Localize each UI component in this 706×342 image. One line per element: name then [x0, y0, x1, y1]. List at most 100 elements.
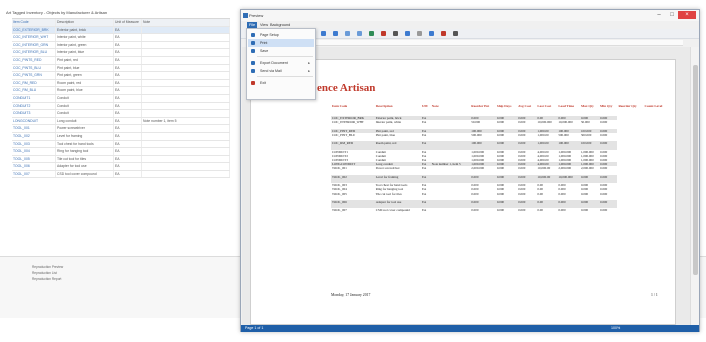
prev-page-icon[interactable]	[333, 31, 338, 36]
grid-cell[interactable]: TOOL_004	[12, 148, 56, 155]
grid-cell[interactable]: Power screwdriver	[56, 125, 114, 132]
grid-column-header[interactable]: Note	[142, 19, 230, 26]
grid-header-row[interactable]: Item Code Description Unit of Measure Note	[12, 19, 230, 27]
grid-row[interactable]: TOOL_003 Tool chest for hand tools EA	[12, 140, 230, 149]
next-page-icon[interactable]	[345, 31, 350, 36]
grid-cell[interactable]	[142, 56, 230, 64]
grid-cell[interactable]: EA	[114, 94, 142, 102]
grid-row[interactable]: LONGCONDUIT Long conduit EA Note number 1, …	[12, 117, 230, 126]
grid-cell[interactable]	[142, 163, 230, 170]
lower-panel-line[interactable]: Reproduction Report	[32, 277, 61, 283]
file-menu-item[interactable]: Print	[248, 39, 314, 47]
grid-cell[interactable]: EA	[114, 125, 142, 132]
grid-row[interactable]: TOOL_001 Power screwdriver EA	[12, 125, 230, 133]
grid-cell[interactable]	[142, 140, 230, 148]
grid-cell[interactable]: EA	[114, 163, 142, 170]
grid-row[interactable]: CONDUIT3 Conduit EA	[12, 110, 230, 118]
grid-cell[interactable]: EA	[114, 140, 142, 148]
file-menu-item[interactable]: Save	[248, 47, 314, 55]
grid-row[interactable]: TOOL_005 Tile cut tool for tiles EA	[12, 155, 230, 164]
grid-row[interactable]: COC_INTERIOR_WHT Interior paint, white EA	[12, 34, 230, 42]
grid-cell[interactable]: Interior paint, blue	[56, 49, 114, 56]
grid-cell[interactable]: TOOL_002	[12, 132, 56, 140]
grid-cell[interactable]: EA	[114, 72, 142, 79]
grid-cell[interactable]: EA	[114, 87, 142, 94]
grid-row[interactable]: COC_PINTS_RED Pint paint, red EA	[12, 56, 230, 65]
grid-cell[interactable]: TOOL_003	[12, 140, 56, 148]
grid-cell[interactable]	[142, 125, 230, 132]
last-page-icon[interactable]	[357, 31, 362, 36]
file-menu-item[interactable]: Exit	[248, 79, 314, 87]
grid-row[interactable]: COC_PINTS_GRN Pint paint, green EA	[12, 72, 230, 80]
page-width-icon[interactable]	[429, 31, 434, 36]
grid-cell[interactable]	[142, 79, 230, 87]
grid-row[interactable]: COC_RM_BLU Room paint, blue EA	[12, 87, 230, 95]
two-page-icon[interactable]	[441, 31, 446, 36]
grid-row[interactable]: CONDUIT1 Conduit EA	[12, 94, 230, 103]
close-preview-icon[interactable]	[453, 31, 458, 36]
print-icon[interactable]	[393, 31, 398, 36]
grid-column-header[interactable]: Unit of Measure	[114, 19, 142, 26]
grid-column-header[interactable]: Item Code	[12, 19, 56, 26]
grid-cell[interactable]: TOOL_005	[12, 155, 56, 163]
zoom-out-icon[interactable]	[381, 31, 386, 36]
grid-row[interactable]: TOOL_006 Adapter for tool use EA	[12, 163, 230, 171]
minimize-button[interactable]: –	[653, 11, 665, 19]
grid-cell[interactable]	[142, 110, 230, 117]
grid-cell[interactable]: COC_INTERIOR_BLU	[12, 49, 56, 56]
grid-cell[interactable]: Interior paint, green	[56, 41, 114, 49]
grid-cell[interactable]: COC_EXTERIOR_BRK	[12, 26, 56, 34]
find-icon[interactable]	[417, 31, 422, 36]
grid-cell[interactable]: Interior paint, white	[56, 34, 114, 41]
grid-row[interactable]: TOOL_002 Level for framing EA	[12, 132, 230, 141]
grid-cell[interactable]	[142, 170, 230, 178]
grid-cell[interactable]: EA	[114, 49, 142, 56]
grid-cell[interactable]: Ring for hanging tool	[56, 148, 114, 155]
grid-cell[interactable]	[142, 72, 230, 79]
grid-cell[interactable]	[142, 49, 230, 56]
grid-cell[interactable]: EA	[114, 64, 142, 72]
grid-cell[interactable]	[142, 148, 230, 155]
grid-cell[interactable]: Long conduit	[56, 117, 114, 125]
file-menu-item[interactable]: Page Setup	[248, 31, 314, 39]
grid-cell[interactable]: Conduit	[56, 94, 114, 102]
grid-cell[interactable]: CONDUIT2	[12, 102, 56, 110]
grid-row[interactable]: TOOL_007 CSD tool cover compound EA	[12, 170, 230, 179]
grid-cell[interactable]: Exterior paint, brick	[56, 26, 114, 34]
grid-cell[interactable]	[142, 102, 230, 110]
grid-cell[interactable]: COC_INTERIOR_GRN	[12, 41, 56, 49]
maximize-button[interactable]: □	[666, 11, 678, 19]
vertical-scrollbar[interactable]	[690, 47, 699, 325]
grid-cell[interactable]: COC_PINTS_RED	[12, 56, 56, 64]
grid-cell[interactable]: EA	[114, 34, 142, 41]
grid-cell[interactable]	[142, 132, 230, 140]
grid-row[interactable]: COC_EXTERIOR_BRK Exterior paint, brick EA	[12, 26, 230, 35]
zoom-in-icon[interactable]	[369, 31, 374, 36]
grid-cell[interactable]: Conduit	[56, 102, 114, 110]
grid-cell[interactable]: EA	[114, 26, 142, 34]
grid-cell[interactable]: Pint paint, blue	[56, 64, 114, 72]
grid-cell[interactable]: TOOL_001	[12, 125, 56, 132]
grid-cell[interactable]: CONDUIT1	[12, 94, 56, 102]
grid-cell[interactable]: EA	[114, 155, 142, 163]
grid-cell[interactable]: EA	[114, 41, 142, 49]
grid-cell[interactable]	[142, 41, 230, 49]
grid-cell[interactable]	[142, 94, 230, 102]
close-button[interactable]: ×	[678, 11, 696, 19]
grid-cell[interactable]: EA	[114, 117, 142, 125]
grid-cell[interactable]: COC_INTERIOR_WHT	[12, 34, 56, 41]
grid-cell[interactable]: COC_RM_BLU	[12, 87, 56, 94]
grid-cell[interactable]	[142, 87, 230, 94]
grid-cell[interactable]	[142, 64, 230, 72]
first-page-icon[interactable]	[321, 31, 326, 36]
grid-row[interactable]: COC_INTERIOR_GRN Interior paint, green EA	[12, 41, 230, 50]
grid-cell[interactable]: CONDUIT3	[12, 110, 56, 117]
grid-cell[interactable]	[142, 155, 230, 163]
grid-cell[interactable]: CSD tool cover compound	[56, 170, 114, 178]
grid-cell[interactable]: EA	[114, 102, 142, 110]
grid-cell[interactable]: Adapter for tool use	[56, 163, 114, 170]
file-menu-item[interactable]: Send via Mail ▸	[248, 67, 314, 75]
grid-cell[interactable]: EA	[114, 110, 142, 117]
grid-cell[interactable]	[142, 26, 230, 34]
grid-row[interactable]: COC_PINTS_BLU Pint paint, blue EA	[12, 64, 230, 73]
